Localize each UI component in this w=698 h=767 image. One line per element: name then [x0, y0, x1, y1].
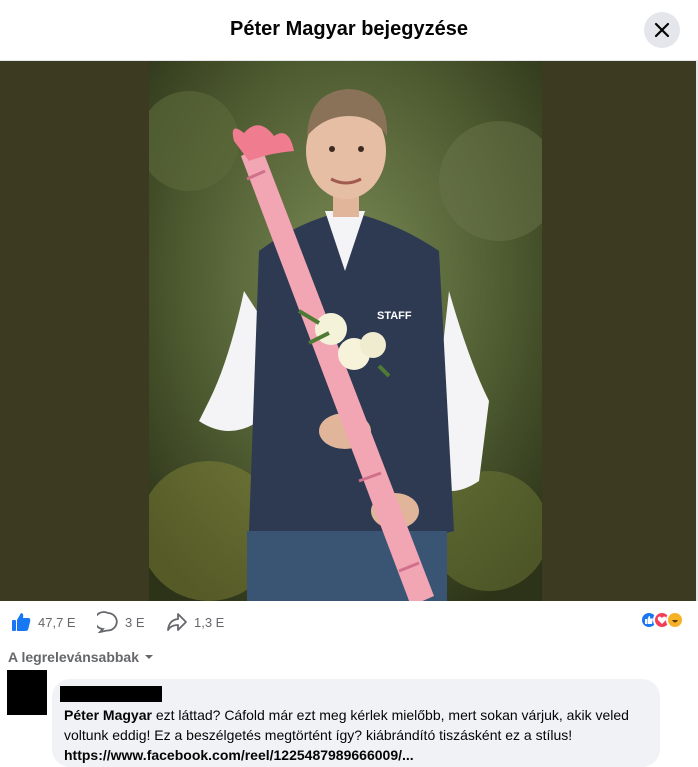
share-icon [167, 613, 187, 631]
author-name-redacted[interactable] [60, 686, 162, 702]
close-button[interactable] [644, 12, 680, 48]
avatar[interactable] [7, 670, 47, 715]
comment-text: Péter Magyar ezt láttad? Cáfold már ezt … [64, 705, 654, 765]
vest-label: STAFF [377, 310, 412, 322]
haha-reaction-icon [666, 611, 684, 629]
close-icon [654, 22, 670, 38]
comment-bubble: Péter Magyar ezt láttad? Cáfold már ezt … [52, 679, 660, 767]
comment-count-text: 3 E [125, 614, 145, 630]
sort-label: A legrelevánsabbak [8, 649, 139, 665]
like-count-text: 47,7 E [38, 614, 76, 630]
comment-icon [97, 611, 118, 633]
chevron-down-icon [145, 655, 153, 659]
thumbs-up-icon [12, 613, 31, 631]
reaction-summary[interactable] [640, 611, 684, 629]
comment-url-link[interactable]: https://www.facebook.com/reel/1225487989… [64, 747, 414, 763]
comment-count[interactable]: 3 E [97, 611, 145, 633]
share-count-text: 1,3 E [194, 614, 225, 630]
mention-link[interactable]: Péter Magyar [64, 707, 152, 723]
engagement-bar: 47,7 E 3 E 1,3 E [0, 601, 698, 641]
like-count[interactable]: 47,7 E [10, 611, 76, 633]
post-photo[interactable]: STAFF [149, 61, 542, 601]
post-dialog-header: Péter Magyar bejegyzése [0, 0, 698, 61]
dialog-title: Péter Magyar bejegyzése [230, 18, 468, 40]
post-media[interactable]: STAFF [0, 61, 698, 601]
comment-sort-dropdown[interactable]: A legrelevánsabbak [8, 649, 154, 665]
share-count[interactable]: 1,3 E [166, 611, 224, 633]
